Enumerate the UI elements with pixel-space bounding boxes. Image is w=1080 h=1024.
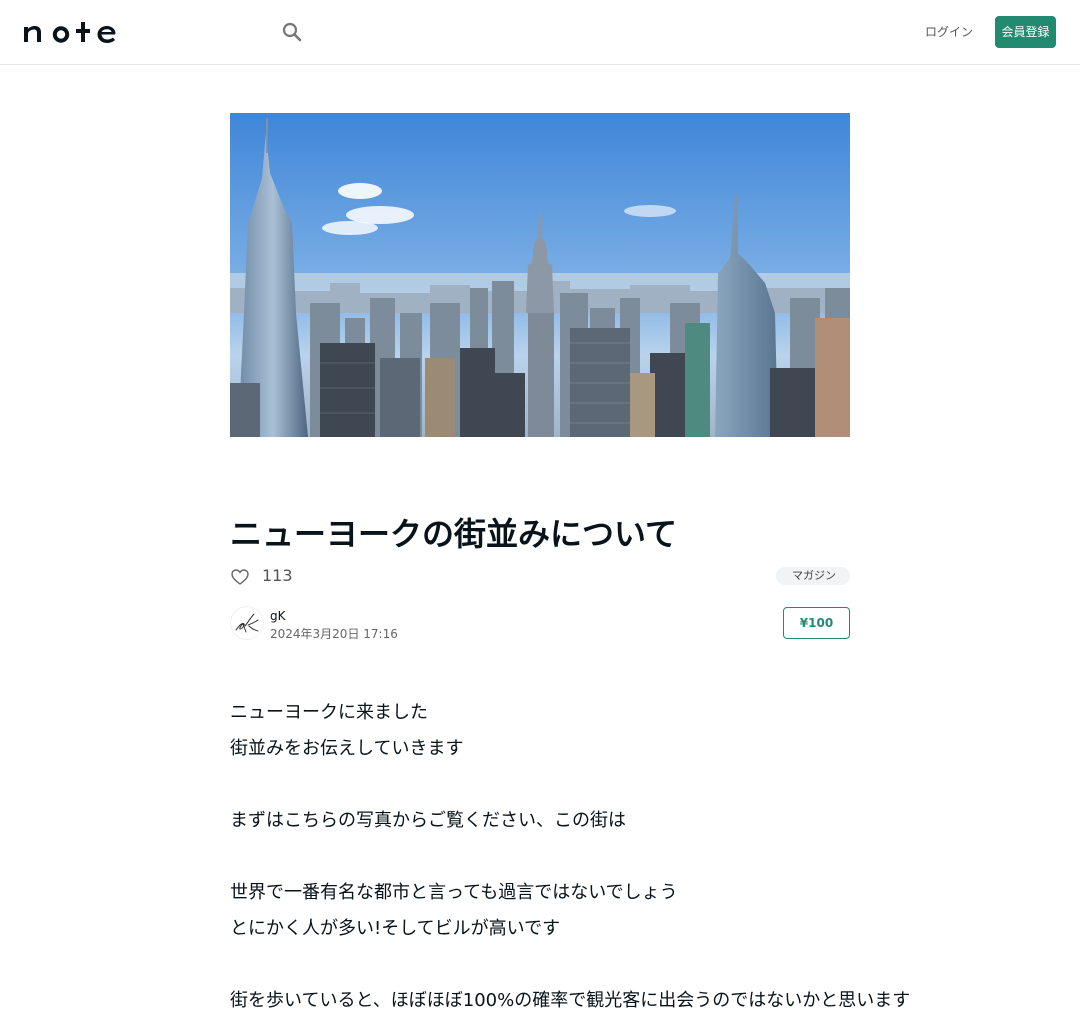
body-paragraph-line — [230, 947, 850, 983]
body-paragraph-line: とにかく人が多い!そしてビルが高いです — [230, 918, 561, 939]
post-date: 2024年3月20日 17:16 — [270, 627, 398, 641]
site-header: ログイン 会員登録 — [0, 0, 1080, 65]
like-button[interactable] — [230, 567, 250, 587]
body-paragraph-line: 世界で一番有名な都市と言っても過言ではないでしょう — [230, 882, 678, 903]
body-paragraph-line: 街並みをお伝えしていきます — [230, 738, 464, 759]
body-paragraph-line: ニューヨークに来ました — [230, 702, 428, 723]
search-icon — [282, 22, 302, 42]
body-paragraph-line — [230, 767, 850, 803]
magazine-tag[interactable]: マガジン — [776, 567, 850, 585]
signature-avatar — [230, 606, 264, 640]
like-count: 113 — [262, 566, 293, 585]
body-paragraph-line — [230, 839, 850, 875]
login-link[interactable]: ログイン — [920, 22, 978, 42]
author-name[interactable]: gK — [270, 608, 286, 624]
avatar[interactable] — [230, 606, 264, 640]
search-button[interactable] — [280, 20, 304, 44]
article-body: ニューヨークに来ました 街並みをお伝えしていきます まずはこちらの写真からご覧く… — [230, 695, 911, 1019]
purchase-price-button[interactable]: ¥100 — [783, 607, 850, 639]
signup-button[interactable]: 会員登録 — [995, 16, 1056, 48]
note-logo[interactable] — [24, 20, 124, 44]
heart-icon — [231, 569, 249, 585]
body-paragraph-line: 街を歩いていると、ほぼほぼ100%の確率で観光客に出会うのではないかと思います — [230, 990, 911, 1011]
hero-image — [230, 113, 850, 437]
body-paragraph-line: まずはこちらの写真からご覧ください、この街は — [230, 810, 626, 831]
article-title: ニューヨークの街並みについて — [230, 515, 678, 553]
